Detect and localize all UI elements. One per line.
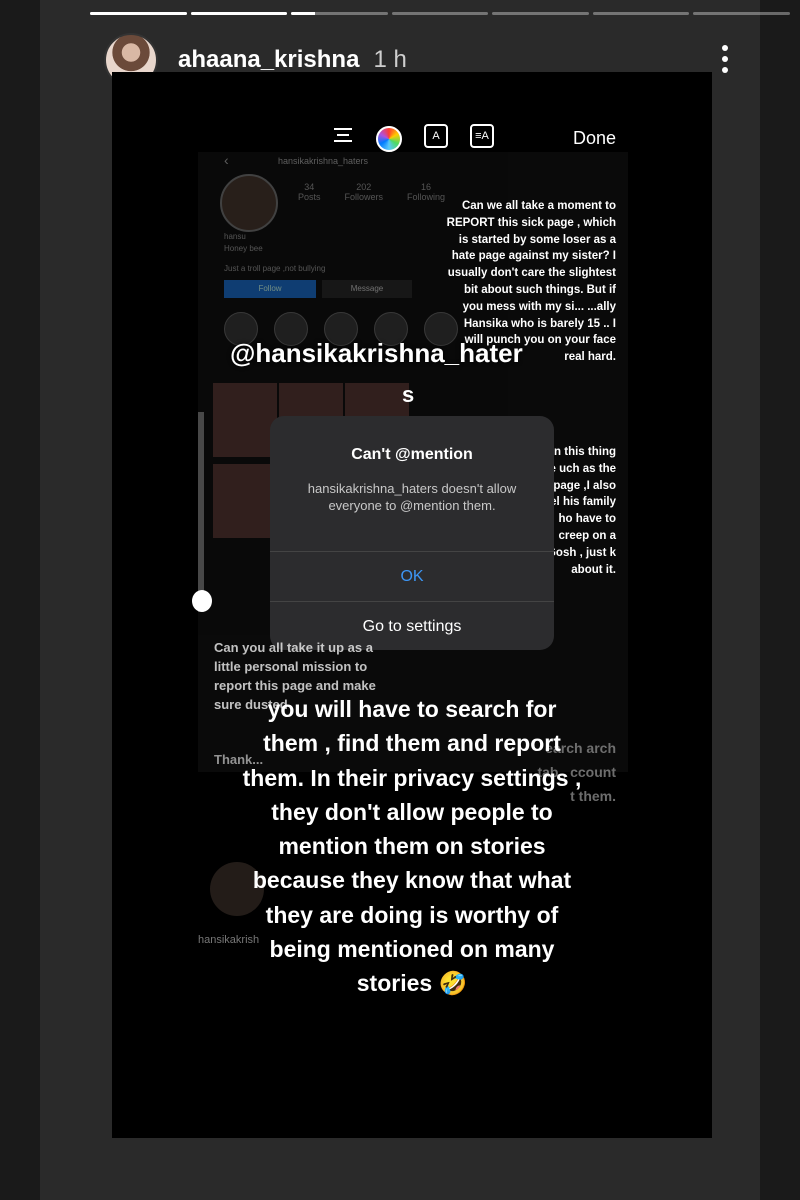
stat-label: Followers	[344, 192, 384, 202]
text-effect-icon[interactable]: A	[424, 124, 448, 148]
progress-segment	[693, 12, 791, 15]
profile-title: hansikakrishna_haters	[278, 156, 369, 166]
ok-button[interactable]: OK	[270, 551, 554, 601]
backdrop-left	[0, 0, 40, 1200]
story-progress	[90, 12, 791, 16]
mention-trailing: s	[402, 382, 415, 407]
message-button: Message	[322, 280, 412, 298]
follow-button: Follow	[224, 280, 316, 298]
story-caption: you will have to search for them , find …	[242, 696, 582, 997]
text-align-icon[interactable]	[330, 124, 356, 146]
back-arrow-icon: ‹	[224, 152, 229, 168]
mention-sticker[interactable]: @hansikakrishna_hater	[230, 338, 523, 369]
bio-line: Honey bee	[224, 244, 263, 253]
cant-mention-dialog: Can't @mention hansikakrishna_haters doe…	[270, 416, 554, 650]
stat-value: 202	[356, 182, 372, 192]
story-content: A ≡A Done ‹ hansikakrishna_haters 34 Post…	[112, 72, 712, 1138]
bio-name: hansu	[224, 232, 246, 241]
slider-handle[interactable]	[192, 590, 212, 612]
post-time: 1 h	[373, 46, 407, 73]
progress-segment	[391, 12, 489, 15]
bio-description: Just a troll page ,not bullying	[224, 264, 326, 273]
progress-segment	[291, 12, 388, 15]
progress-segment	[492, 12, 589, 15]
stat-label: Following	[407, 192, 446, 202]
stat-value: 16	[421, 182, 432, 192]
text-size-slider[interactable]	[198, 412, 204, 612]
progress-segment	[592, 12, 690, 15]
username[interactable]: ahaana_krishna	[178, 46, 359, 74]
dialog-message: hansikakrishna_haters doesn't allow ever…	[307, 481, 517, 513]
profile-avatar	[220, 174, 278, 232]
more-options-icon[interactable]	[720, 42, 730, 78]
progress-segment	[90, 12, 187, 15]
text-animation-icon[interactable]: ≡A	[470, 124, 494, 148]
stat-label: Posts	[298, 192, 321, 202]
dialog-title: Can't @mention	[351, 446, 473, 463]
done-button[interactable]: Done	[573, 128, 616, 149]
stat-value: 34	[304, 182, 315, 192]
backdrop-right	[760, 0, 800, 1200]
profile-stats: 34 Posts 202 Followers 16 Following	[298, 182, 445, 202]
color-picker-icon[interactable]	[376, 126, 402, 152]
progress-segment	[190, 12, 288, 15]
